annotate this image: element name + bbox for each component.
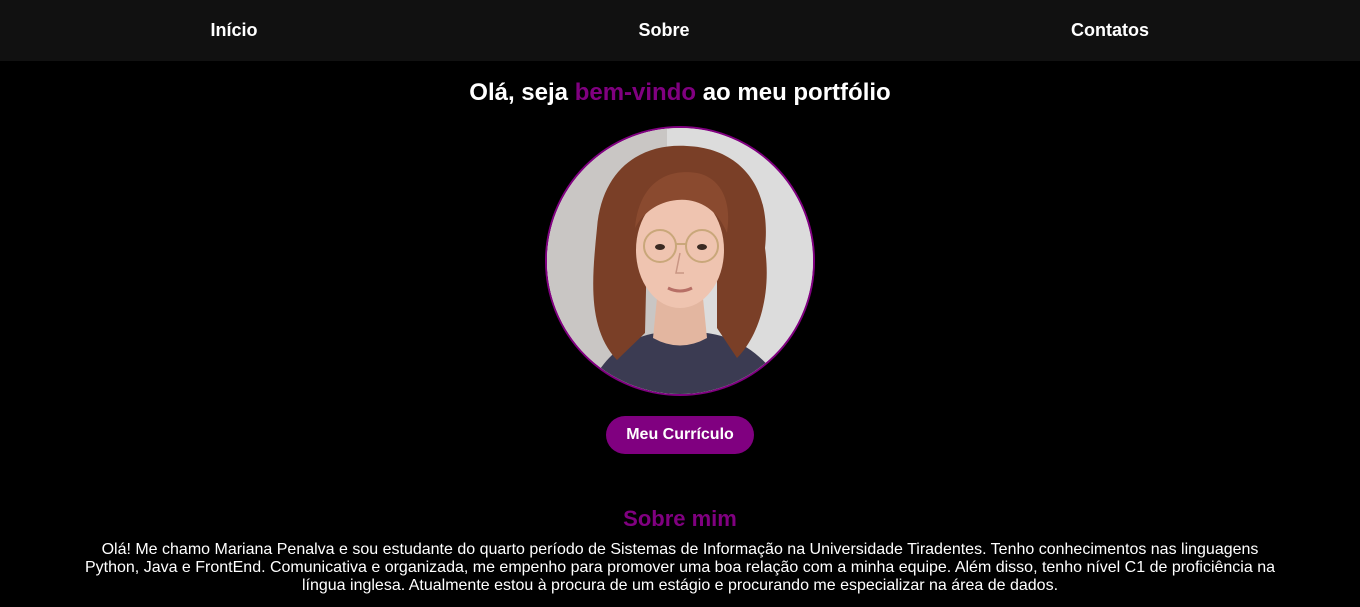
welcome-heading: Olá, seja bem-vindo ao meu portfólio — [0, 77, 1360, 109]
about-heading: Sobre mim — [623, 506, 737, 531]
about-paragraph: Olá! Me chamo Mariana Penalva e sou estu… — [84, 541, 1275, 594]
nav-link-sobre[interactable]: Sobre — [638, 0, 689, 61]
nav-link-contatos[interactable]: Contatos — [1071, 0, 1149, 61]
nav-link-inicio[interactable]: Início — [210, 0, 257, 61]
top-navbar: Início Sobre Contatos — [0, 0, 1360, 61]
welcome-heading-accent: bem-vindo — [574, 79, 697, 106]
profile-photo — [545, 126, 815, 396]
resume-button[interactable]: Meu Currículo — [606, 416, 754, 454]
welcome-heading-prefix: Olá, seja — [469, 79, 575, 106]
welcome-heading-suffix: ao meu portfólio — [696, 79, 891, 106]
profile-photo-image — [547, 128, 813, 394]
